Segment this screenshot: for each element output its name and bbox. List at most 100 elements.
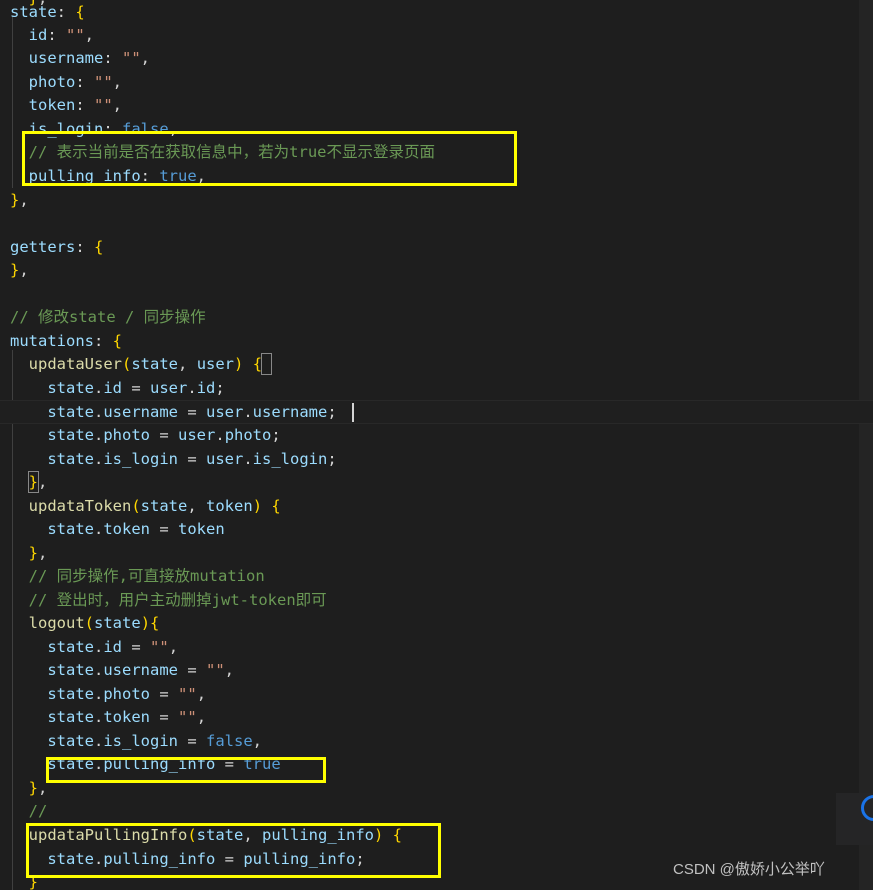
- token-punc: .: [94, 450, 104, 468]
- code-line-cmt-mutations[interactable]: // 修改state / 同步操作: [10, 306, 206, 330]
- token-punc: [10, 826, 29, 844]
- code-line-close-state[interactable]: },: [10, 189, 29, 213]
- token-punc: ,: [38, 779, 48, 797]
- token-punc: [10, 614, 29, 632]
- code-line-updataPullingInfo[interactable]: updataPullingInfo(state, pulling_info) {: [10, 824, 402, 848]
- token-brace: {: [252, 355, 263, 373]
- code-line-s-is-login[interactable]: state.is_login = user.is_login;: [10, 448, 337, 472]
- token-punc: [10, 755, 47, 773]
- token-var: state: [47, 732, 94, 750]
- token-punc: ,: [168, 638, 179, 656]
- token-prop: token: [10, 96, 76, 114]
- token-punc: .: [94, 520, 104, 538]
- token-prop: token: [103, 520, 151, 538]
- token-brace: {: [112, 332, 123, 350]
- token-punc: [10, 732, 47, 750]
- code-line-lo-pulling[interactable]: state.pulling_info = true: [10, 753, 280, 777]
- code-line-lo-id[interactable]: state.id = "",: [10, 636, 178, 660]
- token-punc: [10, 355, 29, 373]
- code-line-cmt-empty[interactable]: //: [10, 800, 48, 824]
- code-line-updataToken[interactable]: updataToken(state, token) {: [10, 495, 281, 519]
- token-brace: {: [271, 497, 281, 515]
- code-line-username[interactable]: username: "",: [10, 47, 150, 71]
- token-punc: .: [94, 661, 104, 679]
- code-line-s-id[interactable]: state.id = user.id;: [10, 377, 225, 401]
- token-punc: ,: [243, 826, 262, 844]
- code-line-lo-photo[interactable]: state.photo = "",: [10, 683, 206, 707]
- code-line-pi-assign[interactable]: state.pulling_info = pulling_info;: [10, 848, 365, 872]
- code-line-lo-username[interactable]: state.username = "",: [10, 659, 234, 683]
- code-line-s-username[interactable]: state.username = user.username;: [10, 401, 336, 425]
- token-punc: .: [243, 450, 253, 468]
- token-punc: .: [94, 755, 104, 773]
- code-line-id[interactable]: id: "",: [10, 24, 94, 48]
- code-line-state-open[interactable]: state: {: [10, 1, 85, 25]
- csdn-watermark: CSDN @傲娇小公举吖: [673, 861, 825, 878]
- token-str: "": [150, 638, 169, 656]
- token-var: state: [47, 520, 94, 538]
- token-cmt: // 修改state / 同步操作: [10, 308, 206, 326]
- token-punc: ;: [327, 450, 337, 468]
- token-brace: }: [28, 544, 39, 562]
- token-brace: {: [75, 3, 85, 21]
- code-line-pulling-info[interactable]: pulling_info: true,: [10, 165, 206, 189]
- code-line-lo-token[interactable]: state.token = "",: [10, 706, 206, 730]
- code-line-s-photo[interactable]: state.photo = user.photo;: [10, 424, 280, 448]
- token-punc: :: [140, 167, 160, 185]
- code-line-updataUser[interactable]: updataUser(state, user) {: [10, 353, 262, 377]
- token-var: user: [206, 450, 244, 468]
- token-var: state: [47, 403, 94, 421]
- code-line-logout[interactable]: logout(state){: [10, 612, 160, 636]
- token-punc: .: [94, 685, 104, 703]
- code-line-close-fn3[interactable]: },: [10, 777, 48, 801]
- token-punc: :: [94, 332, 113, 350]
- token-punc: [10, 685, 47, 703]
- code-text-layer[interactable]: }, state: { id: "", username: "", photo: …: [0, 0, 873, 890]
- token-punc: [10, 779, 29, 797]
- token-op: =: [178, 403, 206, 421]
- token-prop: is_login: [103, 450, 178, 468]
- token-punc: ,: [224, 661, 235, 679]
- token-var: user: [206, 403, 244, 421]
- token-brace: (: [122, 355, 132, 373]
- token-punc: ;: [215, 379, 225, 397]
- code-line-is-login[interactable]: is_login: false,: [10, 118, 178, 142]
- token-brace: ): [234, 355, 244, 373]
- code-line-mutations[interactable]: mutations: {: [10, 330, 122, 354]
- token-prop: username: [252, 403, 328, 421]
- code-line-close-fn1[interactable]: },: [10, 471, 48, 495]
- token-punc: ;: [355, 850, 365, 868]
- token-prop: photo: [224, 426, 272, 444]
- code-editor[interactable]: }, state: { id: "", username: "", photo: …: [0, 0, 873, 890]
- code-line-photo[interactable]: photo: "",: [10, 71, 122, 95]
- token-prop: id: [10, 26, 48, 44]
- token-prop: id: [103, 638, 123, 656]
- code-line-close-fn2[interactable]: },: [10, 542, 48, 566]
- code-line-s-token[interactable]: state.token = token: [10, 518, 224, 542]
- token-var: user: [196, 355, 235, 373]
- code-line-cmt-pulling[interactable]: // 表示当前是否在获取信息中，若为true不显示登录页面: [10, 141, 435, 165]
- code-line-close-last[interactable]: }: [10, 871, 38, 890]
- token-brace: (: [131, 497, 141, 515]
- token-punc: ,: [252, 732, 263, 750]
- code-line-cmt-logout[interactable]: // 登出时，用户主动删掉jwt-token即可: [10, 589, 327, 613]
- code-line-close-getters[interactable]: },: [10, 259, 29, 283]
- token-prop: pulling_info: [103, 755, 216, 773]
- token-punc: .: [187, 379, 197, 397]
- code-line-getters[interactable]: getters: {: [10, 236, 103, 260]
- token-punc: .: [94, 732, 104, 750]
- token-punc: .: [94, 379, 104, 397]
- token-punc: ,: [140, 49, 151, 67]
- code-line-token[interactable]: token: "",: [10, 94, 122, 118]
- token-op: =: [122, 379, 151, 397]
- token-punc: [10, 450, 47, 468]
- token-var: state: [47, 426, 94, 444]
- token-kw: true: [159, 167, 197, 185]
- token-op: =: [150, 685, 179, 703]
- code-line-cmt-sync[interactable]: // 同步操作,可直接放mutation: [10, 565, 265, 589]
- token-punc: ,: [196, 685, 207, 703]
- token-str: "": [66, 26, 85, 44]
- code-line-lo-is-login[interactable]: state.is_login = false,: [10, 730, 262, 754]
- token-str: "": [206, 661, 225, 679]
- token-punc: [10, 873, 29, 890]
